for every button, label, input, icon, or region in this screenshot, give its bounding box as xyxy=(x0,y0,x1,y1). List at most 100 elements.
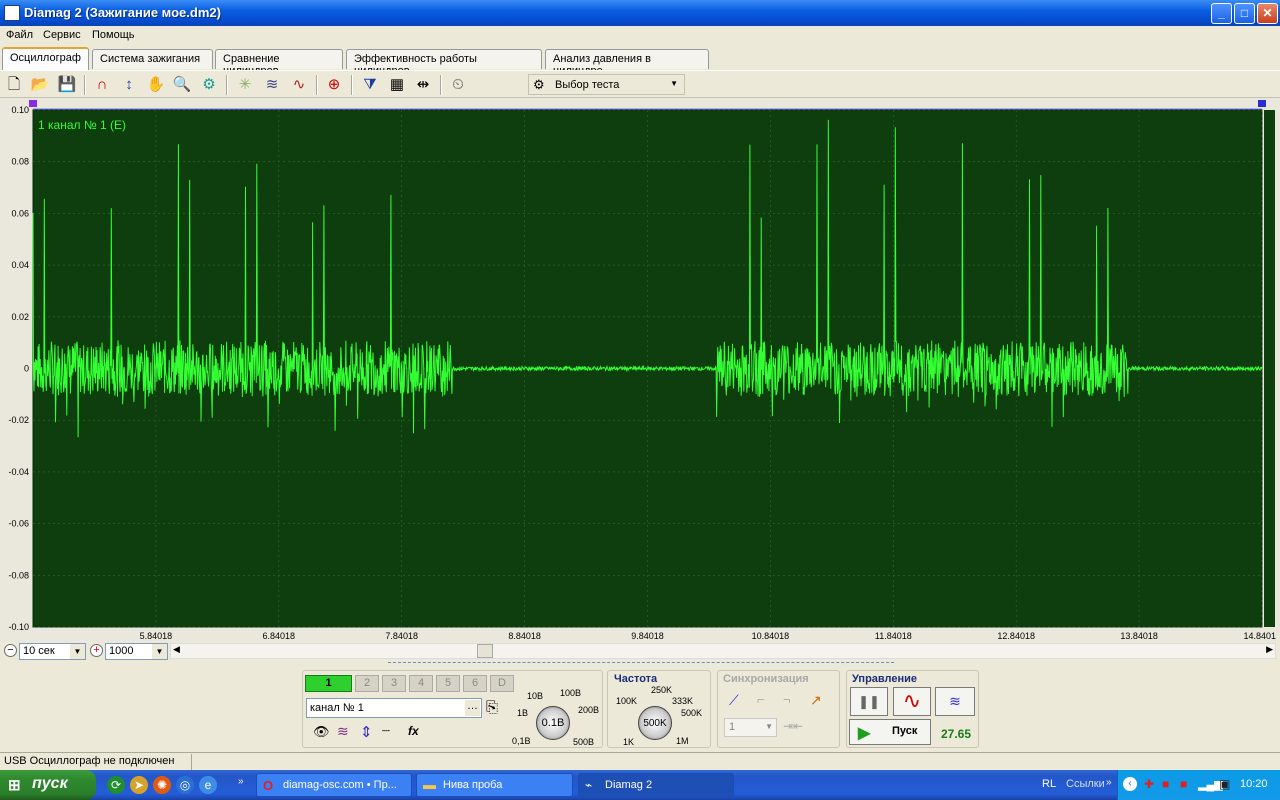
menu-help[interactable]: Помощь xyxy=(92,29,135,41)
sync-channel-select[interactable]: 1 ▼ xyxy=(724,718,777,737)
frequency-knob[interactable]: 500K xyxy=(638,706,672,740)
new-file-icon[interactable]: 🗋 xyxy=(4,75,24,95)
amplitude-knob[interactable]: 0.1В xyxy=(536,706,570,740)
tab-cylinder-efficiency[interactable]: Эффективность работы цилиндров xyxy=(346,49,542,77)
links-expand-icon[interactable]: » xyxy=(1106,777,1112,788)
task-diamag[interactable]: ⌁ Diamag 2 xyxy=(578,773,734,797)
maximize-button[interactable]: □ xyxy=(1234,3,1255,24)
menu-bar: Файл Сервис Помощь xyxy=(0,26,1280,46)
tab-oscilloscope[interactable]: Осциллограф xyxy=(2,47,89,70)
tray-icon-2[interactable]: ■ xyxy=(1162,777,1169,791)
function-icon[interactable]: fx xyxy=(408,724,419,738)
chevron-down-icon: ▼ xyxy=(70,644,85,659)
compress-icon[interactable]: ✳ xyxy=(235,75,255,95)
channel-button-5[interactable]: 5 xyxy=(436,675,460,692)
start-label: Пуск xyxy=(892,725,918,737)
y-tick-label: 0.04 xyxy=(11,260,29,270)
tray-icon-4[interactable]: ▣ xyxy=(1219,777,1230,791)
sync-arrows-icon[interactable]: ⇥⇤ xyxy=(783,719,803,733)
windows-logo-icon: ⊞ xyxy=(8,777,21,794)
oscilloscope-plot[interactable]: 0.10 0.08 0.06 0.04 0.02 0 -0.02 -0.04 -0.06 -0.0… xyxy=(0,98,1280,642)
multi-wave-button[interactable]: ≋ xyxy=(935,687,975,716)
tray-icon-3[interactable]: ■ xyxy=(1180,777,1187,791)
channel-button-6[interactable]: 6 xyxy=(463,675,487,692)
minimize-button[interactable]: _ xyxy=(1211,3,1232,24)
split-icon[interactable]: ⇹ xyxy=(413,75,433,95)
channel-name-input[interactable]: канал № 1 … xyxy=(306,698,482,718)
test-select[interactable]: ⚙ Выбор теста ▼ xyxy=(528,74,685,95)
amp-tick-10v: 10В xyxy=(527,691,544,701)
marker-1 xyxy=(29,100,37,107)
links-toolbar[interactable]: Ссылки xyxy=(1066,778,1105,790)
quicklaunch-icon-2[interactable]: ➤ xyxy=(130,776,148,794)
browser-icon[interactable]: e xyxy=(199,776,217,794)
open-folder-icon[interactable]: 📂 xyxy=(30,75,50,95)
time-scale-select[interactable]: 10 сек ▼ xyxy=(19,643,86,660)
y-tick-label: -0.06 xyxy=(8,519,29,529)
channel-view-icon[interactable]: ⚙ xyxy=(199,75,219,95)
scroll-right-icon[interactable]: ▶ xyxy=(1266,644,1273,655)
x-tick-label: 9.84018 xyxy=(631,631,664,641)
start-label: пуск xyxy=(32,775,68,792)
tab-ignition-system[interactable]: Система зажигания xyxy=(92,49,213,69)
vertical-cursor-icon[interactable]: ↕ xyxy=(119,75,139,95)
tray-collapse-icon[interactable]: ‹ xyxy=(1123,777,1137,791)
oscilloscope-area[interactable]: 0.10 0.08 0.06 0.04 0.02 0 -0.02 -0.04 -0.06 -0.0… xyxy=(0,98,1280,642)
sync-rise-icon[interactable]: ⌐ xyxy=(757,692,765,707)
hand-pan-icon[interactable]: ✋ xyxy=(146,75,166,95)
language-indicator[interactable]: RL xyxy=(1042,778,1056,790)
cursor-peak-icon[interactable]: ∩ xyxy=(92,75,112,95)
wave-filter-icon[interactable]: ≋ xyxy=(337,723,349,740)
channel-button-4[interactable]: 4 xyxy=(409,675,433,692)
grid-icon[interactable]: ▦ xyxy=(387,75,407,95)
start-menu-button[interactable]: ⊞ пуск xyxy=(0,770,96,800)
opera-icon: O xyxy=(263,778,274,793)
zoom-in-button[interactable]: + xyxy=(90,644,103,657)
freq-tick-1m: 1M xyxy=(676,736,689,746)
zoom-out-button[interactable]: − xyxy=(4,644,17,657)
channel-button-2[interactable]: 2 xyxy=(355,675,379,692)
expand-icon[interactable]: » xyxy=(238,776,244,787)
sync-fall-icon[interactable]: ¬ xyxy=(783,692,791,707)
rising-edge-icon[interactable]: ⟋ xyxy=(729,692,739,709)
app-icon xyxy=(4,5,20,21)
menu-file[interactable]: Файл xyxy=(6,29,33,41)
quicklaunch-icon-1[interactable]: ⟳ xyxy=(107,776,125,794)
quicklaunch-icon-3[interactable]: ✺ xyxy=(153,776,171,794)
dashed-line-icon[interactable]: ┈ xyxy=(382,723,390,739)
tray-icon-1[interactable]: ✚ xyxy=(1144,777,1154,791)
start-button[interactable]: ▶ Пуск xyxy=(849,719,931,745)
zoom-icon[interactable]: 🔍 xyxy=(172,75,192,95)
invert-icon[interactable]: ⇕ xyxy=(360,723,373,741)
close-button[interactable]: ✕ xyxy=(1257,3,1278,24)
channel-button-d[interactable]: D xyxy=(490,675,514,692)
eye-icon[interactable]: 👁 xyxy=(313,724,330,740)
horizontal-scrollbar[interactable]: ◀ ▶ xyxy=(170,643,1276,659)
tab-cylinder-compare[interactable]: Сравнение цилиндров xyxy=(215,49,343,77)
save-icon[interactable]: 💾 xyxy=(57,75,77,95)
points-select[interactable]: 1000 ▼ xyxy=(105,643,168,660)
auto-icon[interactable]: ⏲ xyxy=(448,75,468,95)
frequency-title: Частота xyxy=(614,673,658,685)
task-folder[interactable]: ▬ Нива проба xyxy=(416,773,573,797)
quicklaunch-icon-4[interactable]: ◎ xyxy=(176,776,194,794)
marker-2 xyxy=(1258,100,1266,107)
filter-icon[interactable]: ⧩ xyxy=(360,75,380,95)
channel-button-3[interactable]: 3 xyxy=(382,675,406,692)
splitter-handle[interactable] xyxy=(388,662,894,667)
task-opera[interactable]: O diamag-osc.com • Пр... xyxy=(256,773,412,797)
signal-icon[interactable]: ∿ xyxy=(289,75,309,95)
tab-pressure-analysis[interactable]: Анализ давления в цилиндре xyxy=(545,49,709,77)
pause-button[interactable]: ❚❚ xyxy=(850,687,888,716)
waveform-icon[interactable]: ≋ xyxy=(262,75,282,95)
auto-trigger-icon[interactable]: ⊕ xyxy=(324,75,344,95)
probe-icon[interactable]: ⎘ xyxy=(486,699,498,716)
channel-button-1[interactable]: 1 xyxy=(305,675,352,692)
readout-value: 27.65 xyxy=(941,727,972,741)
scroll-thumb[interactable] xyxy=(477,644,493,658)
menu-service[interactable]: Сервис xyxy=(43,29,81,41)
sine-mode-button[interactable]: ∿ xyxy=(893,687,931,716)
ellipsis-button[interactable]: … xyxy=(465,700,480,716)
scroll-left-icon[interactable]: ◀ xyxy=(173,644,180,655)
sync-manual-icon[interactable]: ↗ xyxy=(810,692,822,709)
